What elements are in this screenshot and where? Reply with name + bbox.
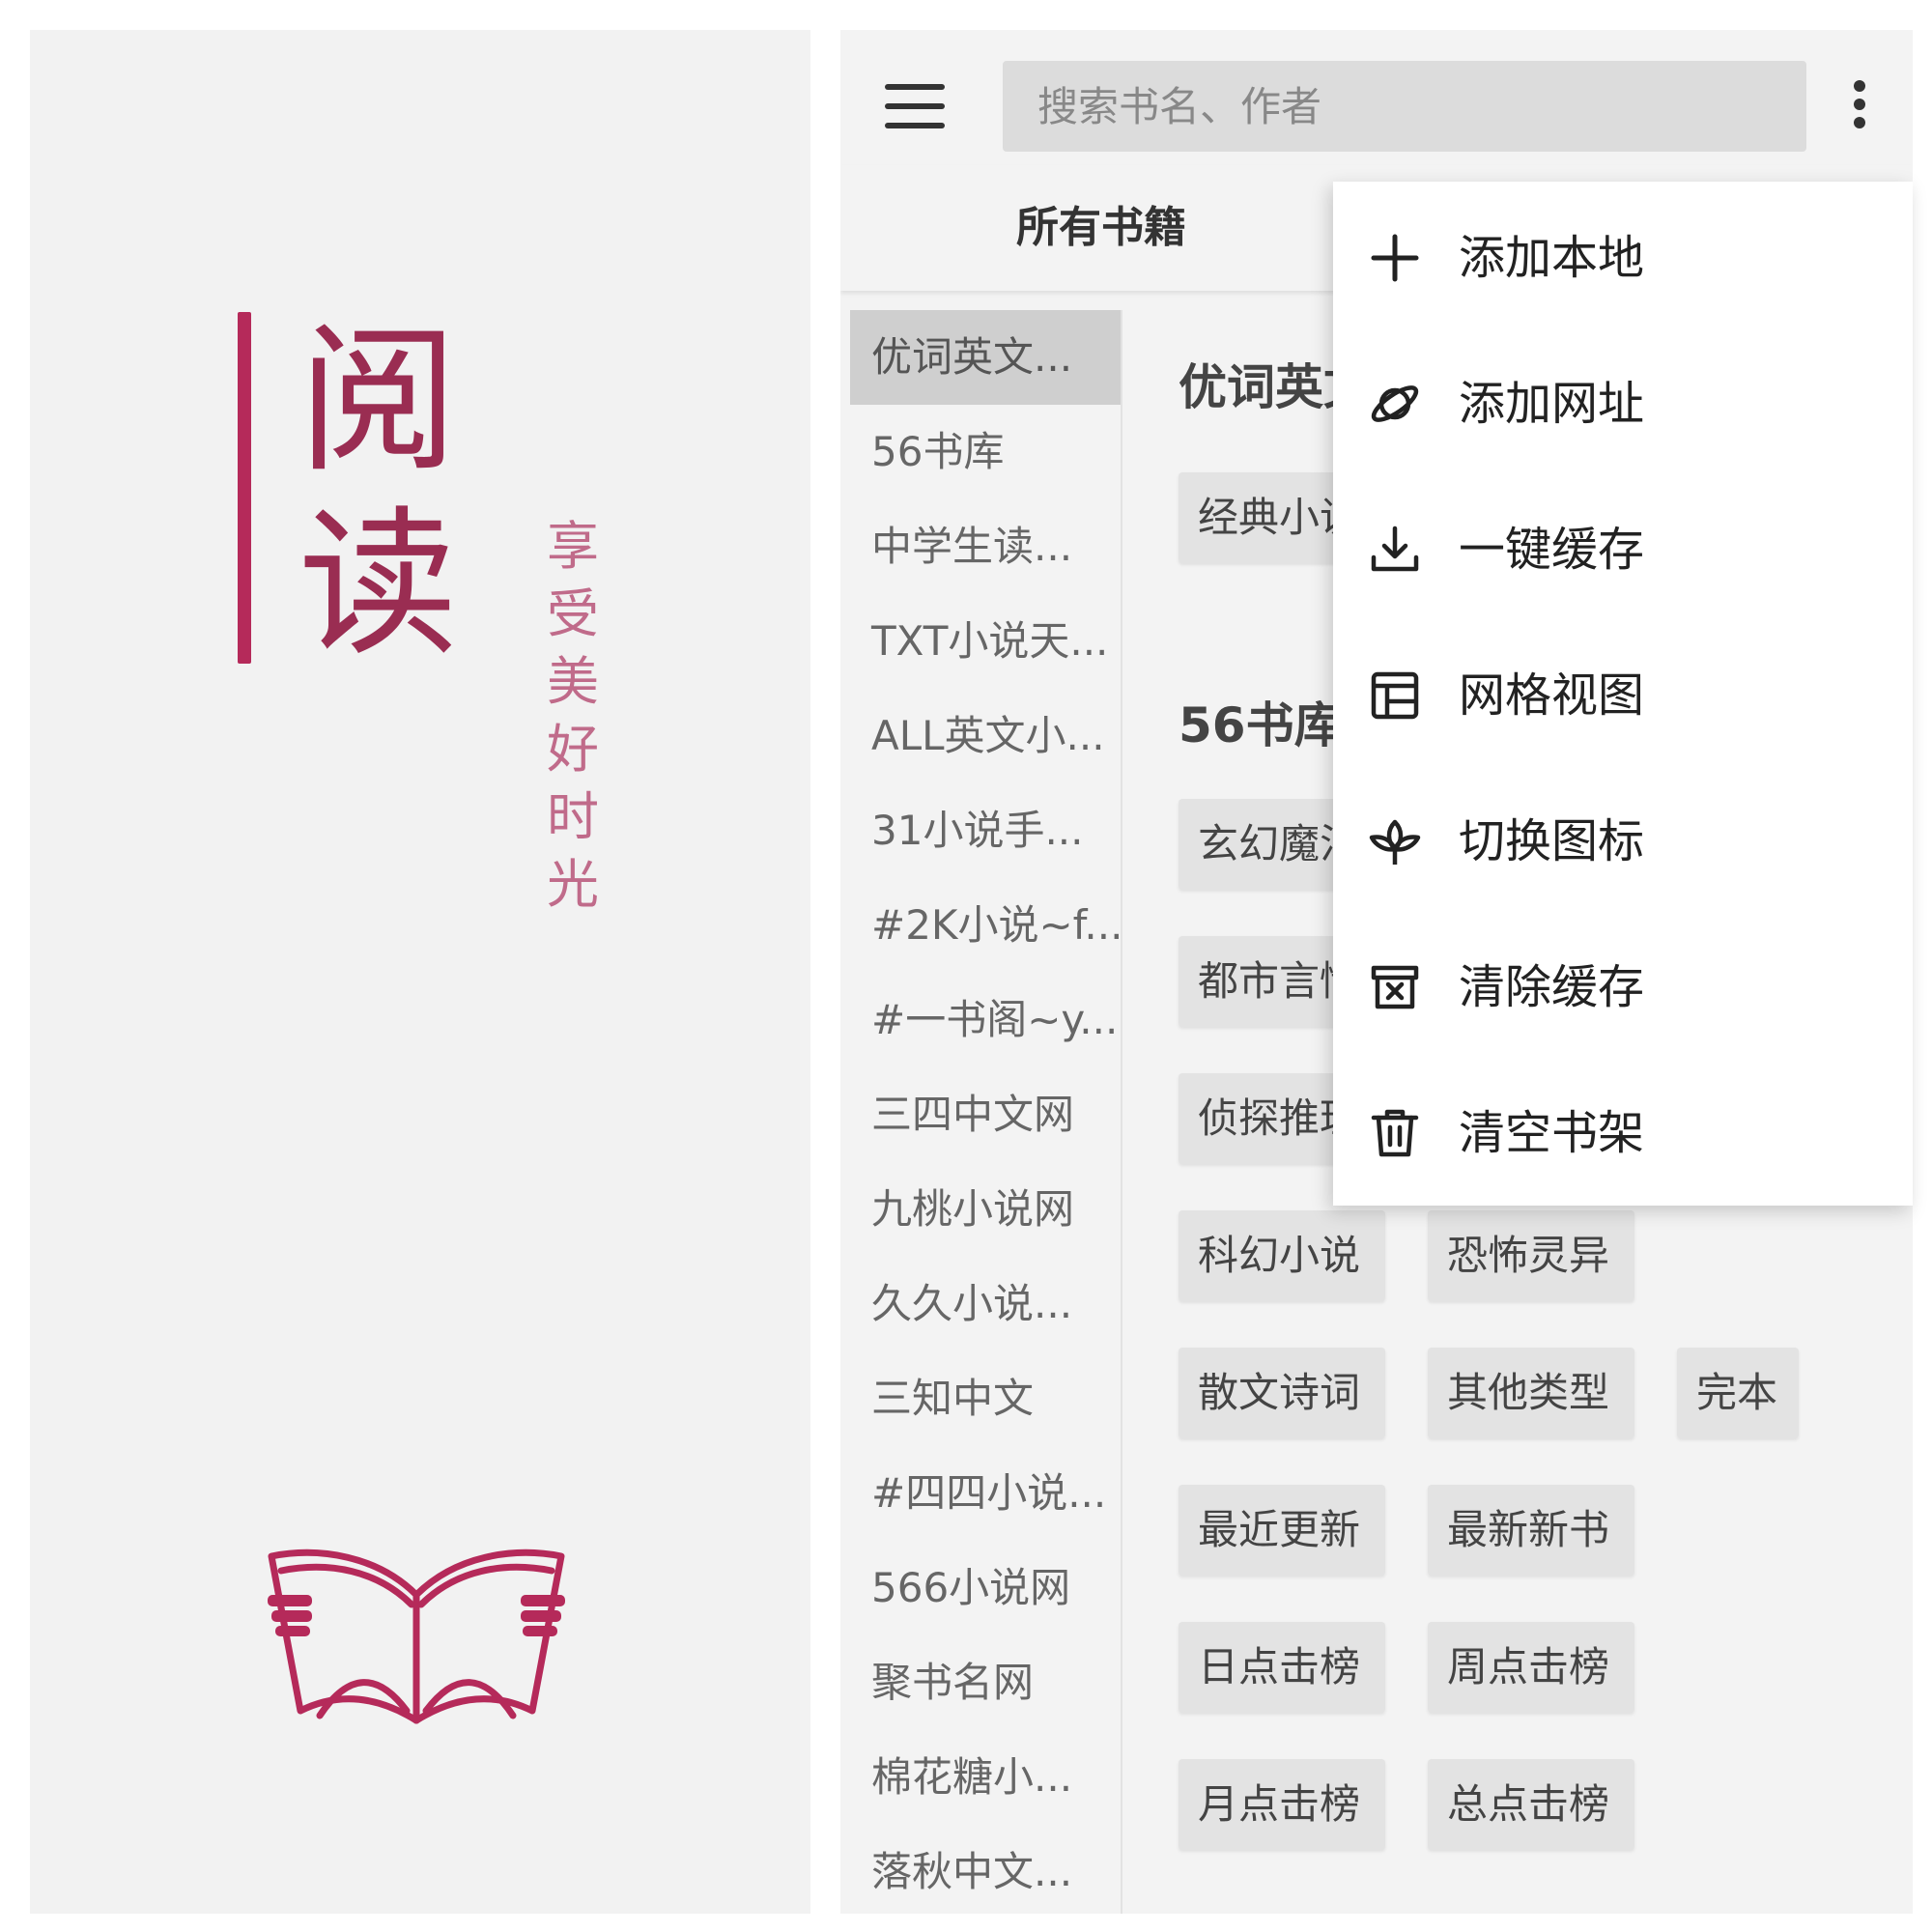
menu-item-switch-icon[interactable]: 切换图标	[1333, 779, 1913, 904]
source-item[interactable]: 落秋中文...	[850, 1825, 1121, 1914]
clear-box-icon	[1371, 965, 1419, 1009]
category-chip[interactable]: 周点击榜	[1428, 1622, 1634, 1713]
category-chip[interactable]: 科幻小说	[1179, 1210, 1385, 1301]
tagline-char: 时	[547, 786, 599, 847]
menu-item-add-local[interactable]: 添加本地	[1333, 195, 1913, 321]
source-item[interactable]: 棉花糖小...	[850, 1730, 1121, 1825]
menu-item-cache-all[interactable]: 一键缓存	[1333, 487, 1913, 612]
app-title-char-2: 读	[298, 492, 458, 677]
source-item[interactable]: 三知中文	[850, 1351, 1121, 1446]
trash-icon	[1371, 1109, 1419, 1157]
source-list: 优词英文... 56书库 中学生读... TXT小说天... ALL英文小...…	[850, 310, 1122, 1914]
category-chip[interactable]: 月点击榜	[1179, 1759, 1385, 1850]
source-item[interactable]: 56书库	[850, 405, 1121, 499]
menu-item-label: 清除缓存	[1459, 960, 1645, 1014]
overflow-menu: 添加本地 添加网址 一键缓存 网格视图 切换图标 清除缓存 清空书架	[1333, 182, 1913, 1206]
menu-item-grid-view[interactable]: 网格视图	[1333, 633, 1913, 758]
menu-item-clear-shelf[interactable]: 清空书架	[1333, 1070, 1913, 1196]
menu-item-label: 添加网址	[1459, 377, 1645, 431]
download-icon	[1371, 526, 1419, 572]
plus-icon	[1371, 234, 1419, 282]
category-chip[interactable]: 日点击榜	[1179, 1622, 1385, 1713]
tagline-char: 受	[547, 583, 599, 644]
tagline-char: 好	[547, 719, 599, 780]
splash-screen: 阅 读 享 受 美 好 时 光	[30, 30, 810, 1914]
tagline-char: 光	[547, 854, 599, 915]
menu-item-label: 清空书架	[1459, 1106, 1645, 1160]
category-chip[interactable]: 恐怖灵异	[1428, 1210, 1634, 1301]
app-title-char-1: 阅	[298, 308, 458, 494]
tagline-char: 享	[547, 516, 599, 577]
category-chip[interactable]: 完本	[1677, 1348, 1799, 1438]
flower-icon	[1369, 819, 1421, 865]
menu-item-label: 一键缓存	[1459, 523, 1645, 577]
tagline: 享 受 美 好 时 光	[542, 513, 604, 919]
source-item[interactable]: 优词英文...	[850, 310, 1121, 405]
category-chip[interactable]: 散文诗词	[1179, 1348, 1385, 1438]
source-item[interactable]: 566小说网	[850, 1541, 1121, 1635]
source-item[interactable]: 中学生读...	[850, 499, 1121, 594]
open-book-hands-icon	[268, 1548, 565, 1724]
source-item[interactable]: 聚书名网	[850, 1635, 1121, 1730]
top-toolbar	[840, 30, 1913, 165]
section-title: 56书库	[1179, 697, 1343, 753]
source-item[interactable]: ALL英文小...	[850, 689, 1121, 783]
search-input[interactable]	[1037, 61, 1806, 152]
category-chip[interactable]: 最近更新	[1179, 1485, 1385, 1576]
more-vertical-icon[interactable]	[1845, 80, 1874, 138]
source-item[interactable]: 九桃小说网	[850, 1162, 1121, 1257]
tagline-char: 美	[547, 651, 599, 712]
menu-item-label: 添加本地	[1459, 231, 1645, 285]
source-item[interactable]: TXT小说天...	[850, 594, 1121, 689]
hamburger-menu-icon[interactable]	[885, 84, 945, 128]
menu-item-clear-cache[interactable]: 清除缓存	[1333, 924, 1913, 1050]
category-chip[interactable]: 总点击榜	[1428, 1759, 1634, 1850]
menu-item-label: 网格视图	[1459, 668, 1645, 723]
menu-item-add-url[interactable]: 添加网址	[1333, 341, 1913, 467]
source-item[interactable]: #四四小说...	[850, 1446, 1121, 1541]
source-item[interactable]: 三四中文网	[850, 1067, 1121, 1162]
menu-item-label: 切换图标	[1459, 814, 1645, 868]
accent-bar	[238, 312, 251, 664]
category-chip[interactable]: 其他类型	[1428, 1348, 1634, 1438]
search-bar[interactable]	[1003, 61, 1806, 152]
source-item[interactable]: #一书阁~y...	[850, 973, 1121, 1067]
grid-layout-icon	[1371, 671, 1419, 720]
tab-all-books[interactable]: 所有书籍	[840, 165, 1362, 291]
planet-icon	[1371, 385, 1419, 422]
category-chip[interactable]: 最新新书	[1428, 1485, 1634, 1576]
source-item[interactable]: 久久小说...	[850, 1257, 1121, 1351]
source-item[interactable]: #2K小说~f...	[850, 878, 1121, 973]
source-item[interactable]: 31小说手...	[850, 783, 1121, 878]
